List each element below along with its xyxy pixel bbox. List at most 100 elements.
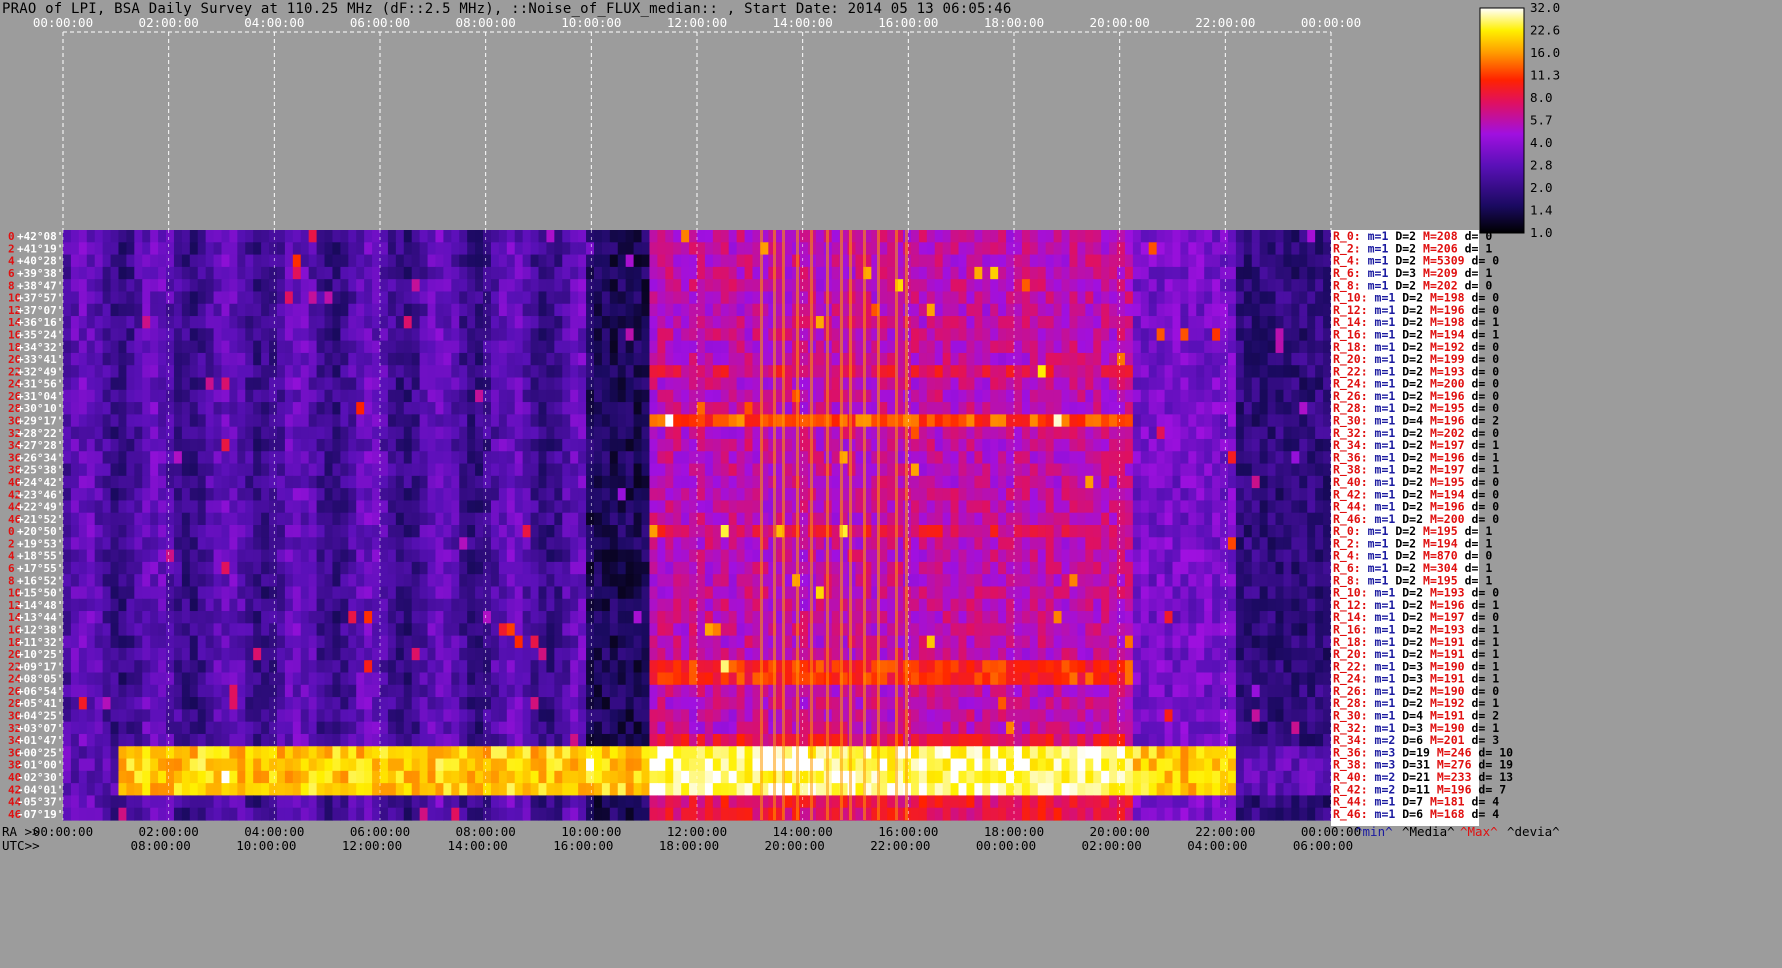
heatmap-cell <box>1156 266 1166 280</box>
heatmap-cell <box>1259 500 1269 514</box>
heatmap-cell <box>166 242 175 256</box>
heatmap-cell <box>570 426 579 440</box>
heatmap-cell <box>855 328 865 342</box>
heatmap-cell <box>166 291 175 305</box>
heatmap-cell <box>276 414 286 428</box>
heatmap-cell <box>578 340 587 354</box>
heatmap-cell <box>316 352 326 366</box>
heatmap-cell <box>649 254 658 268</box>
heatmap-cell <box>1275 414 1285 428</box>
heatmap-cell <box>752 525 762 538</box>
heatmap-cell <box>292 377 302 391</box>
heatmap-cell <box>78 463 88 477</box>
heatmap-cell <box>649 365 658 379</box>
heatmap-cell <box>1172 352 1182 366</box>
heatmap-cell <box>142 586 151 600</box>
heatmap-cell <box>958 574 968 588</box>
heatmap-cell <box>332 426 341 440</box>
heatmap-cell <box>181 365 191 379</box>
heatmap-cell <box>181 426 191 440</box>
heatmap-cell <box>181 537 191 551</box>
heatmap-cell <box>490 279 500 293</box>
heatmap-cell <box>229 365 238 379</box>
heatmap-cell <box>1029 352 1039 366</box>
heatmap-cell <box>625 389 635 403</box>
heatmap-cell <box>316 451 326 465</box>
heatmap-cell <box>1101 402 1110 415</box>
heatmap-cell <box>308 389 318 403</box>
heatmap-cell <box>158 266 167 280</box>
heatmap-cell <box>1220 316 1229 329</box>
heatmap-cell <box>728 426 738 440</box>
heatmap-cell <box>546 340 555 354</box>
heatmap-cell <box>245 451 254 465</box>
heatmap-cell <box>205 586 215 600</box>
heatmap-cell <box>110 549 120 563</box>
heatmap-cell <box>150 230 159 243</box>
heatmap-cell <box>435 586 444 600</box>
heatmap-cell <box>1077 561 1086 575</box>
heatmap-cell <box>1299 365 1308 379</box>
heatmap-cell <box>950 291 960 305</box>
heatmap-cell <box>102 549 112 563</box>
heatmap-cell <box>292 352 302 366</box>
heatmap-cell <box>617 254 627 268</box>
heatmap-cell <box>855 352 865 366</box>
heatmap-cell <box>189 303 199 317</box>
heatmap-cell <box>205 574 215 588</box>
heatmap-cell <box>1212 561 1221 575</box>
heatmap-cell <box>966 463 975 477</box>
heatmap-cell <box>150 438 159 452</box>
heatmap-cell <box>102 574 112 588</box>
heatmap-cell <box>1085 365 1094 379</box>
heatmap-cell <box>998 488 1007 502</box>
heatmap-cell <box>340 598 349 612</box>
heatmap-cell <box>586 426 595 440</box>
heatmap-cell <box>578 537 587 551</box>
heatmap-cell <box>1180 389 1189 403</box>
heatmap-cell <box>570 488 579 502</box>
heatmap-cell <box>1172 561 1182 575</box>
heatmap-cell <box>958 598 968 612</box>
heatmap-cell <box>514 389 524 403</box>
heatmap-cell <box>483 377 492 391</box>
heatmap-cell <box>982 426 991 440</box>
heatmap-cell <box>1006 451 1015 465</box>
heatmap-cell <box>1164 500 1174 514</box>
heatmap-cell <box>673 463 682 477</box>
heatmap-cell <box>324 598 334 612</box>
heatmap-cell <box>1117 303 1126 317</box>
heatmap-cell <box>530 537 540 551</box>
heatmap-cell <box>110 611 120 624</box>
heatmap-cell <box>1172 230 1182 243</box>
heatmap-cell <box>63 328 72 342</box>
heatmap-cell <box>364 266 373 280</box>
heatmap-cell <box>1053 574 1063 588</box>
heatmap-cell <box>419 426 429 440</box>
heatmap-cell <box>102 525 112 538</box>
heatmap-cell <box>134 438 143 452</box>
heatmap-cell <box>284 316 294 329</box>
heatmap-cell <box>1243 402 1253 415</box>
heatmap-cell <box>356 586 365 600</box>
heatmap-cell <box>1029 574 1039 588</box>
heatmap-cell <box>118 230 127 243</box>
heatmap-cell <box>1196 475 1205 489</box>
heatmap-cell <box>229 266 238 280</box>
heatmap-cell <box>1220 488 1229 502</box>
heatmap-cell <box>998 500 1007 514</box>
heatmap-cell <box>752 598 762 612</box>
heatmap-cell <box>419 303 429 317</box>
heatmap-cell <box>950 488 960 502</box>
heatmap-cell <box>910 352 920 366</box>
heatmap-cell <box>1037 254 1047 268</box>
heatmap-cell <box>372 525 381 538</box>
heatmap-cell <box>879 389 888 403</box>
heatmap-cell <box>332 500 341 514</box>
heatmap-cell <box>649 438 658 452</box>
heatmap-cell <box>475 574 484 588</box>
heatmap-cell <box>118 291 127 305</box>
heatmap-cell <box>372 463 381 477</box>
heatmap-cell <box>712 451 722 465</box>
heatmap-cell <box>918 377 928 391</box>
